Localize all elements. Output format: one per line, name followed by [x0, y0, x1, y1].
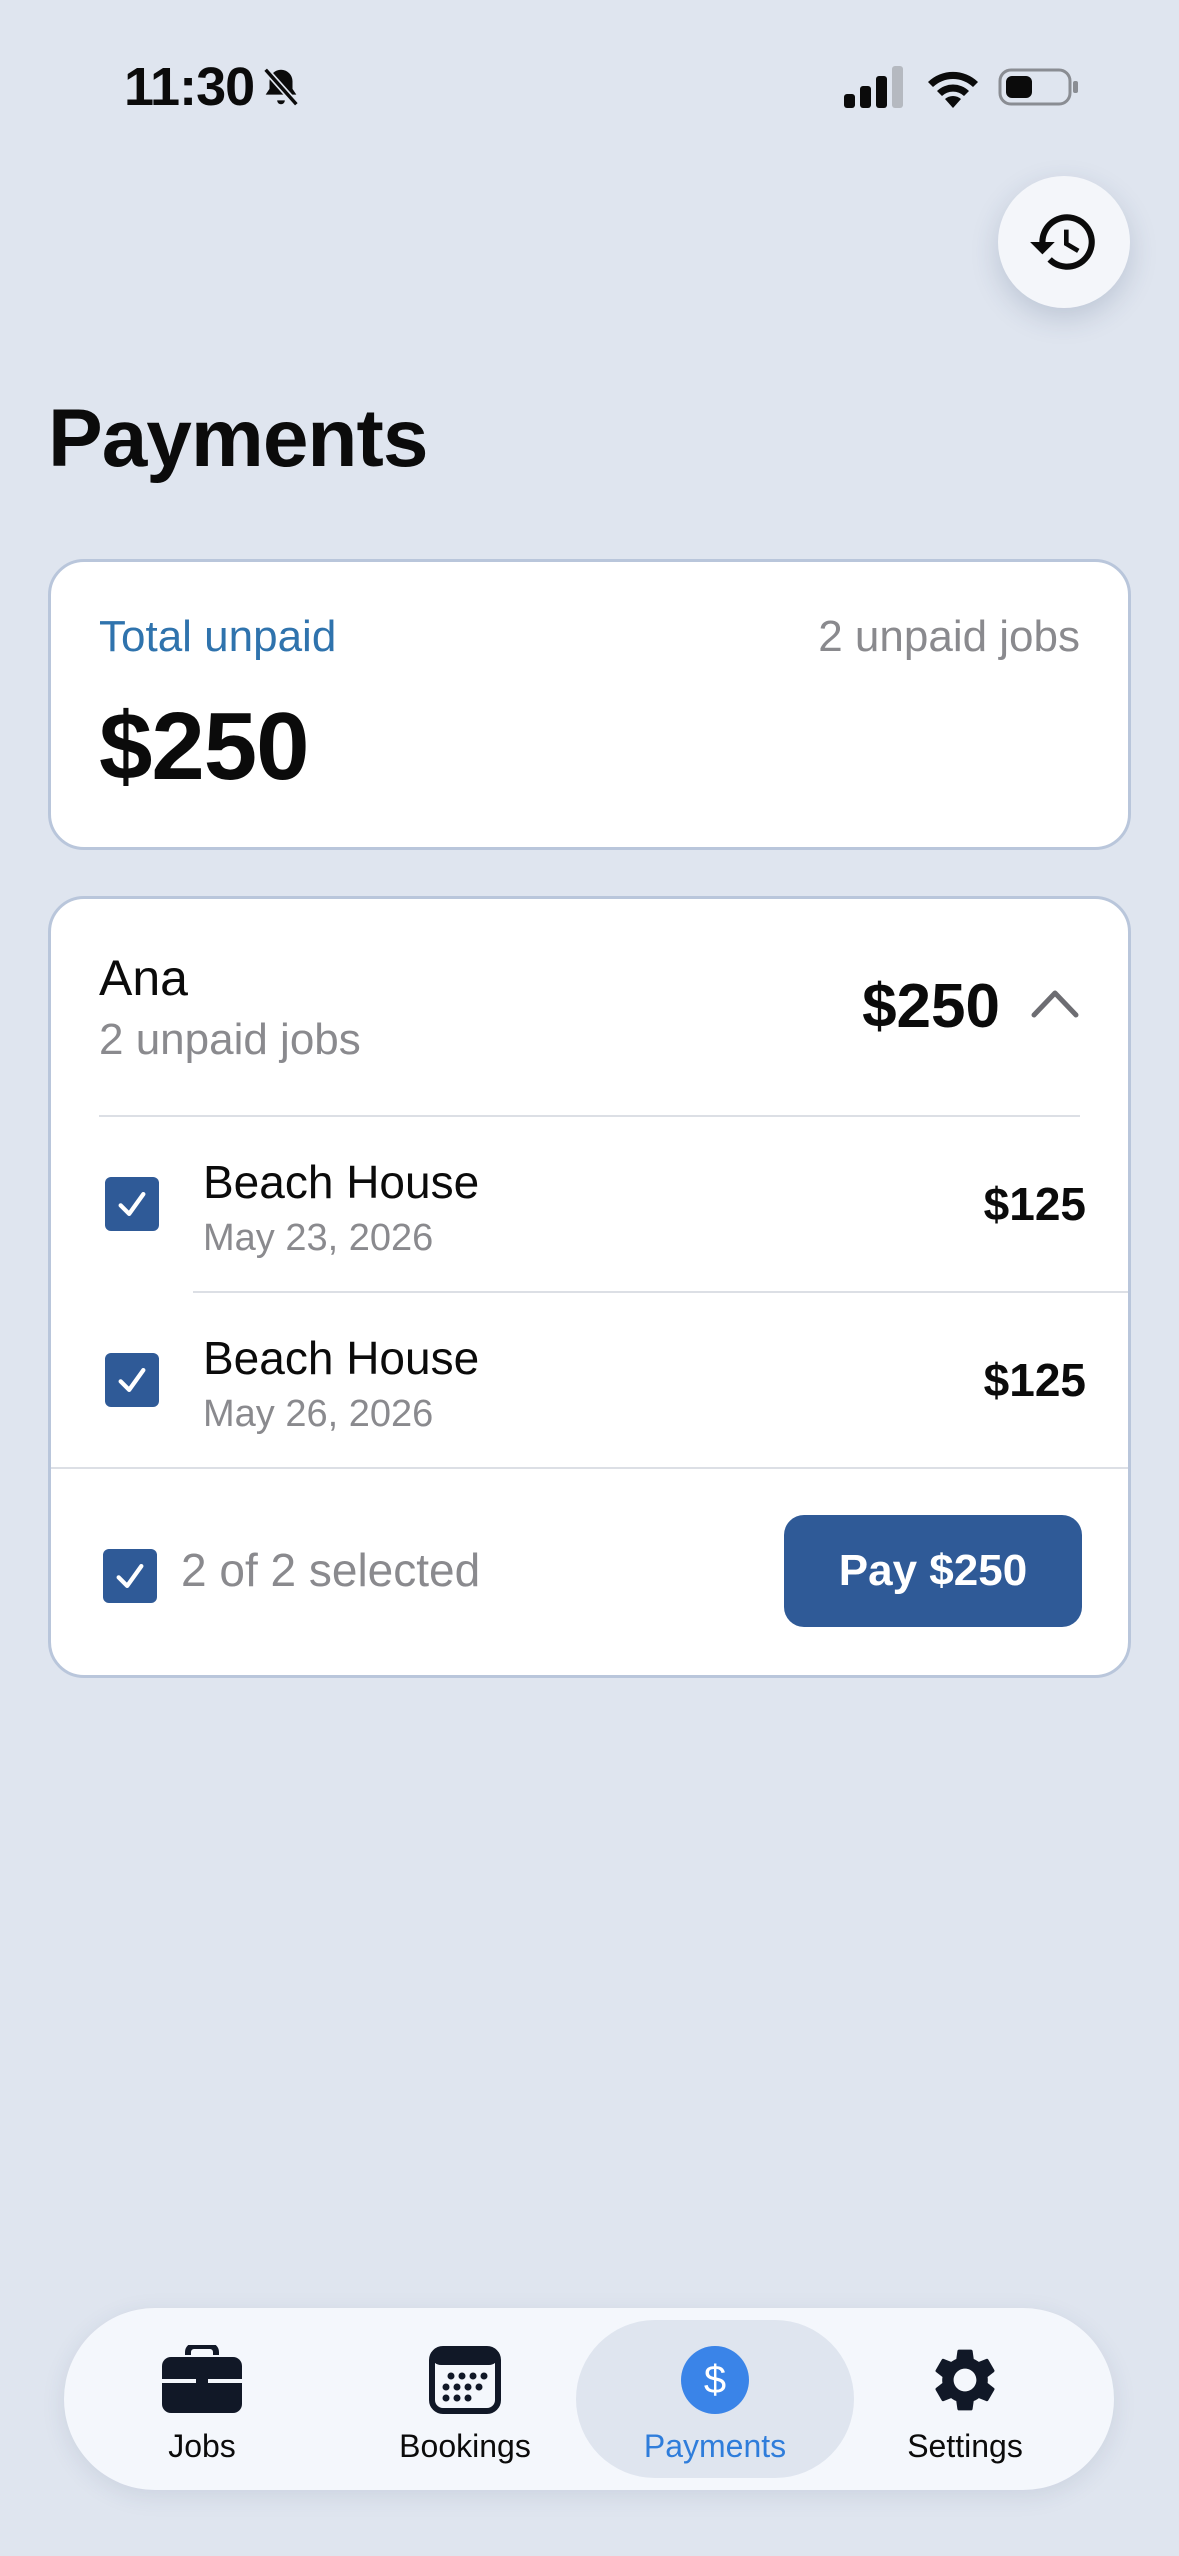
tab-label: Jobs [168, 2428, 236, 2464]
battery-icon [998, 68, 1078, 106]
client-name: Ana [99, 950, 188, 1006]
gear-icon [923, 2342, 1007, 2418]
client-total: $250 [862, 972, 1000, 1041]
status-bar: 11:30 [0, 0, 1179, 170]
tab-settings[interactable]: Settings [835, 2308, 1095, 2490]
job-date: May 23, 2026 [203, 1217, 434, 1259]
calendar-icon [423, 2342, 507, 2418]
checkmark-icon [118, 1191, 146, 1217]
client-card: Ana 2 unpaid jobs $250 Beach House May 2… [48, 896, 1131, 1678]
job-row[interactable]: Beach House May 26, 2026 $125 [51, 1293, 1128, 1469]
bell-off-icon [263, 67, 299, 107]
client-unpaid-count: 2 unpaid jobs [99, 1015, 361, 1064]
pay-button[interactable]: Pay $250 [784, 1515, 1082, 1627]
briefcase-icon [160, 2342, 244, 2418]
job-checkbox[interactable] [105, 1177, 159, 1231]
checkmark-icon [116, 1563, 144, 1589]
tab-label: Settings [907, 2428, 1023, 2464]
tab-label: Payments [643, 2428, 787, 2464]
select-all-checkbox[interactable] [103, 1549, 157, 1603]
total-unpaid-label: Total unpaid [99, 612, 337, 661]
divider [51, 1467, 1128, 1469]
dollar-icon: $ [673, 2342, 757, 2418]
unpaid-jobs-count: 2 unpaid jobs [818, 612, 1080, 661]
chevron-up-icon[interactable] [1028, 983, 1082, 1023]
history-button[interactable] [998, 176, 1130, 308]
history-icon [1030, 214, 1095, 270]
checkmark-icon [118, 1367, 146, 1393]
selection-count: 2 of 2 selected [181, 1544, 481, 1596]
job-title: Beach House [203, 1332, 480, 1384]
tab-bookings[interactable]: Bookings [335, 2308, 595, 2490]
job-amount: $125 [983, 1178, 1086, 1230]
tab-bar: Jobs Bookings $ Payments Settings [64, 2308, 1114, 2490]
total-unpaid-amount: $250 [99, 693, 310, 800]
job-checkbox[interactable] [105, 1353, 159, 1407]
job-amount: $125 [983, 1354, 1086, 1406]
status-time: 11:30 [124, 57, 255, 117]
page-title: Payments [48, 393, 428, 484]
total-unpaid-card: Total unpaid 2 unpaid jobs $250 [48, 559, 1131, 850]
job-title: Beach House [203, 1156, 480, 1208]
job-date: May 26, 2026 [203, 1393, 434, 1435]
tab-label: Bookings [399, 2428, 531, 2464]
wifi-icon [928, 71, 978, 108]
job-row[interactable]: Beach House May 23, 2026 $125 [51, 1117, 1128, 1293]
tab-jobs[interactable]: Jobs [72, 2308, 332, 2490]
tab-payments[interactable]: $ Payments [576, 2320, 854, 2478]
cellular-signal-icon [844, 66, 903, 108]
